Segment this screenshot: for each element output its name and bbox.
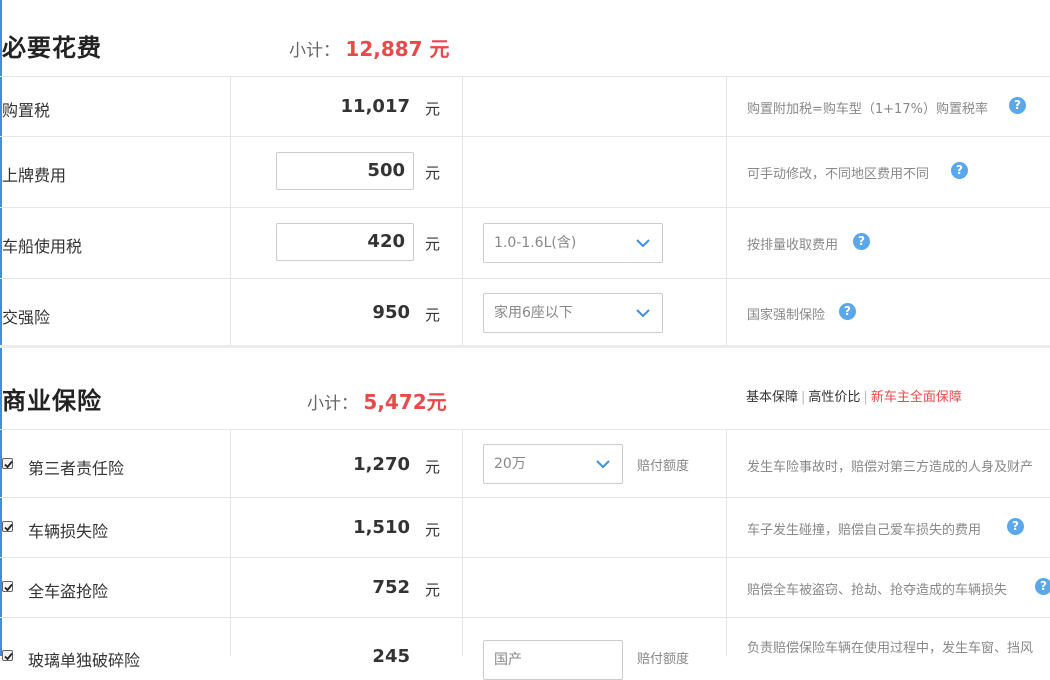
column-divider — [726, 76, 727, 345]
unit: 元 — [425, 235, 441, 253]
column-divider — [726, 429, 727, 656]
help-icon[interactable]: ? — [1009, 97, 1026, 114]
vehicle-damage-value: 1,510 — [353, 517, 410, 538]
row-label-theft: 全车盗抢险 — [28, 582, 109, 601]
row-divider — [0, 429, 1050, 430]
tab-basic[interactable]: 基本保障 — [746, 390, 798, 405]
third-party-hint: 发生车险事故时，赔偿对第三方造成的人身及财产 — [747, 460, 1034, 475]
coverage-select-value: 20万 — [494, 456, 526, 472]
theft-hint: 赔偿全车被盗窃、抢劫、抢夺造成的车辆损失 — [747, 583, 1008, 598]
row-divider — [0, 136, 1050, 137]
purchase-tax-hint: 购置附加税=购车型（1+17%）购置税率 — [747, 102, 988, 117]
unit: 元 — [425, 164, 441, 182]
column-divider — [230, 429, 231, 656]
glass-type-select-value: 国产 — [494, 652, 522, 668]
glass-coverage-label: 赔付额度 — [637, 652, 690, 667]
row-label-registration-fee: 上牌费用 — [2, 166, 67, 185]
help-icon[interactable]: ? — [839, 303, 856, 320]
unit: 元 — [425, 306, 441, 324]
chevron-down-icon — [636, 239, 650, 248]
row-label-compulsory-insurance: 交强险 — [2, 308, 51, 327]
chevron-down-icon — [596, 460, 610, 469]
row-divider — [0, 207, 1050, 208]
unit: 元 — [425, 458, 441, 476]
coverage-select[interactable]: 20万 — [483, 444, 623, 484]
unit: 元 — [425, 521, 441, 539]
coverage-label: 赔付额度 — [637, 459, 690, 474]
vehicle-damage-hint: 车子发生碰撞，赔偿自己爱车损失的费用 — [747, 523, 982, 538]
tab-full[interactable]: 新车主全面保障 — [871, 390, 962, 405]
row-label-purchase-tax: 购置税 — [2, 101, 51, 120]
help-icon[interactable]: ? — [1035, 578, 1050, 595]
seats-select[interactable]: 家用6座以下 — [483, 293, 663, 333]
row-label-vehicle-damage: 车辆损失险 — [28, 522, 109, 541]
unit: 元 — [425, 581, 441, 599]
compulsory-insurance-hint: 国家强制保险 — [747, 308, 826, 323]
registration-fee-input[interactable]: 500 — [276, 152, 414, 190]
subtotal-amount: 5,472元 — [363, 390, 447, 414]
unit: 元 — [425, 100, 441, 118]
theft-value: 752 — [372, 577, 410, 598]
row-divider — [0, 617, 1050, 618]
chevron-down-icon — [636, 309, 650, 318]
row-label-vehicle-tax: 车船使用税 — [2, 237, 83, 256]
glass-type-select[interactable]: 国产 — [483, 640, 623, 680]
vehicle-tax-hint: 按排量收取费用 — [747, 238, 839, 253]
registration-fee-hint: 可手动修改，不同地区费用不同 — [747, 167, 930, 182]
row-label-glass: 玻璃单独破碎险 — [28, 651, 141, 670]
tab-value[interactable]: 高性价比 — [808, 390, 860, 405]
section-title-required: 必要花费 — [2, 34, 102, 62]
subtotal-commercial: 小计： 5,472元 — [307, 386, 447, 415]
glass-hint: 负责赔偿保险车辆在使用过程中，发生车窗、挡风 — [747, 641, 1034, 656]
row-divider — [0, 497, 1050, 498]
subtotal-amount: 12,887 元 — [345, 37, 450, 61]
column-divider — [462, 76, 463, 345]
third-party-checkbox[interactable] — [2, 458, 13, 469]
column-divider — [462, 429, 463, 656]
glass-value: 245 — [372, 646, 410, 667]
column-divider — [230, 76, 231, 345]
row-divider — [0, 557, 1050, 558]
third-party-value: 1,270 — [353, 454, 410, 475]
row-divider — [0, 278, 1050, 279]
row-divider — [0, 76, 1050, 77]
section-separator — [0, 345, 1050, 348]
vehicle-damage-checkbox[interactable] — [2, 521, 13, 532]
vehicle-tax-input[interactable]: 420 — [276, 223, 414, 261]
seats-select-value: 家用6座以下 — [494, 305, 573, 321]
theft-checkbox[interactable] — [2, 581, 13, 592]
subtotal-required: 小计： 12,887 元 — [289, 33, 450, 62]
subtotal-label: 小计： — [289, 41, 340, 61]
purchase-tax-value: 11,017 — [340, 96, 410, 117]
plan-tabs: 基本保障 | 高性价比 | 新车主全面保障 — [746, 390, 962, 405]
displacement-select[interactable]: 1.0-1.6L(含) — [483, 223, 663, 263]
displacement-select-value: 1.0-1.6L(含) — [494, 235, 577, 251]
row-label-third-party: 第三者责任险 — [28, 459, 125, 478]
subtotal-label: 小计： — [307, 394, 358, 414]
help-icon[interactable]: ? — [1007, 518, 1024, 535]
help-icon[interactable]: ? — [853, 233, 870, 250]
help-icon[interactable]: ? — [951, 162, 968, 179]
section-title-commercial: 商业保险 — [2, 387, 102, 415]
compulsory-insurance-value: 950 — [372, 302, 410, 323]
